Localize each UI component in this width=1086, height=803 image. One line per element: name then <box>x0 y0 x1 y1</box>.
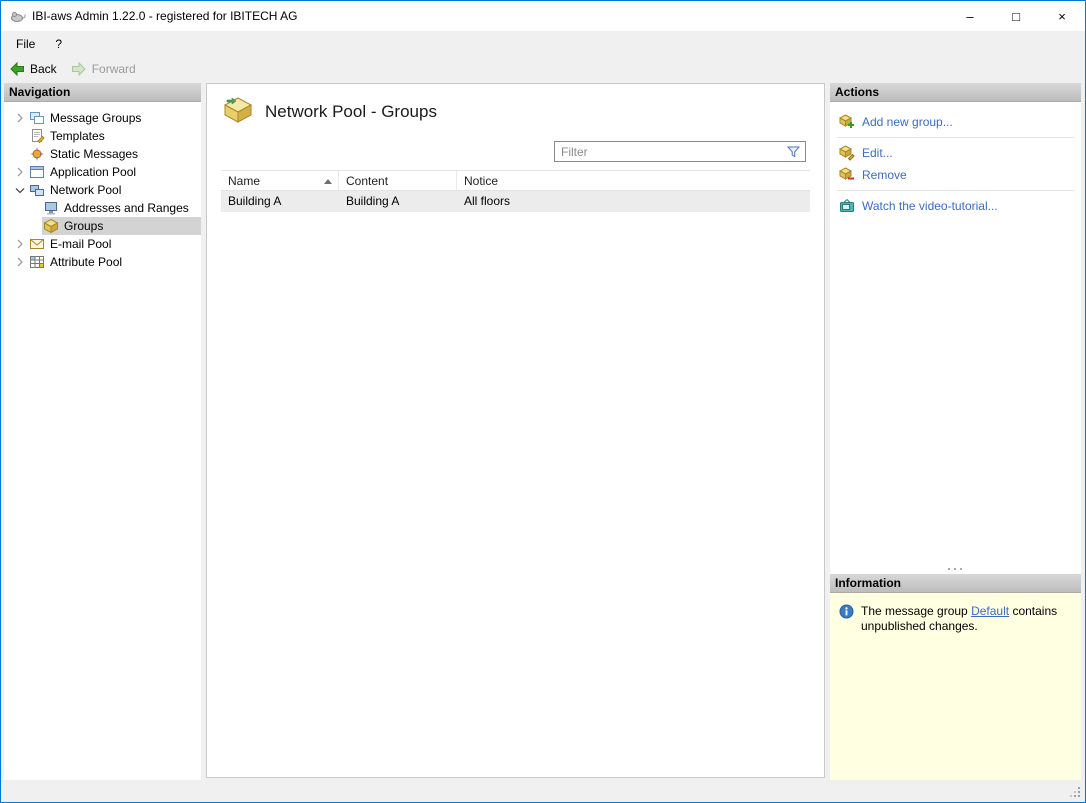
information-panel: Information The message group Default co… <box>830 574 1081 780</box>
information-header: Information <box>830 574 1081 593</box>
close-button[interactable]: × <box>1039 1 1085 31</box>
video-tutorial-icon <box>839 198 855 214</box>
app-window: IBI-aws Admin 1.22.0 - registered for IB… <box>0 0 1086 803</box>
attribute-pool-icon <box>29 254 45 270</box>
edit-group-icon <box>839 145 855 161</box>
addresses-and-ranges-icon <box>43 200 59 216</box>
forward-button[interactable]: Forward <box>71 61 136 77</box>
filter-input[interactable] <box>555 144 786 159</box>
toolbar: Back Forward <box>1 56 1085 82</box>
sidebar-item-message-groups[interactable]: Message Groups <box>4 109 201 127</box>
network-pool-icon <box>29 182 45 198</box>
add-new-group-button[interactable]: Add new group... <box>830 111 1081 133</box>
page-title: Network Pool - Groups <box>265 101 437 121</box>
title-bar: IBI-aws Admin 1.22.0 - registered for IB… <box>1 1 1085 31</box>
chevron-right-icon[interactable] <box>12 254 28 270</box>
filter-icon[interactable] <box>786 144 801 159</box>
sidebar-item-network-pool[interactable]: Network Pool <box>4 181 201 199</box>
navigation-panel: Navigation Message Groups Templates Stat… <box>4 83 201 780</box>
static-messages-icon <box>29 146 45 162</box>
video-tutorial-button[interactable]: Watch the video-tutorial... <box>830 195 1081 217</box>
main-content-panel: Network Pool - Groups Name Content Notic… <box>206 83 825 778</box>
status-bar <box>2 781 1084 801</box>
video-tutorial-label: Watch the video-tutorial... <box>862 199 998 213</box>
main-header: Network Pool - Groups <box>223 96 437 127</box>
default-link[interactable]: Default <box>971 604 1009 618</box>
back-button[interactable]: Back <box>9 61 57 77</box>
message-groups-icon <box>29 110 45 126</box>
forward-label: Forward <box>91 62 136 76</box>
chevron-right-icon[interactable] <box>12 110 28 126</box>
add-group-icon <box>839 114 855 130</box>
network-pool-groups-icon <box>223 96 253 127</box>
info-text-before: The message group <box>861 604 968 618</box>
menu-file[interactable]: File <box>6 33 45 55</box>
filter-box <box>554 141 806 162</box>
remove-label: Remove <box>862 168 907 182</box>
minimize-button[interactable]: – <box>947 1 993 31</box>
chevron-down-icon[interactable] <box>12 182 28 198</box>
menu-bar: File ? <box>1 31 1085 56</box>
add-new-group-label: Add new group... <box>862 115 953 129</box>
actions-panel: Actions Add new group... Edit... Remove … <box>830 83 1081 574</box>
actions-separator <box>837 190 1074 191</box>
edit-label: Edit... <box>862 146 893 160</box>
information-body: The message group Default contains unpub… <box>830 593 1081 780</box>
chevron-right-icon[interactable] <box>12 236 28 252</box>
window-controls: – □ × <box>947 1 1085 31</box>
templates-icon <box>29 128 45 144</box>
navigation-tree: Message Groups Templates Static Messages <box>4 102 201 271</box>
cell-name: Building A <box>228 194 282 208</box>
sort-ascending-icon <box>324 179 332 184</box>
maximize-button[interactable]: □ <box>993 1 1039 31</box>
column-header-notice[interactable]: Notice <box>457 171 810 190</box>
info-icon <box>839 604 854 622</box>
sidebar-item-groups[interactable]: Groups <box>4 217 201 235</box>
information-message: The message group Default contains unpub… <box>861 604 1069 634</box>
selected-tree-item[interactable]: Groups <box>42 217 201 235</box>
remove-group-icon <box>839 167 855 183</box>
column-header-name[interactable]: Name <box>221 171 339 190</box>
edit-button[interactable]: Edit... <box>830 142 1081 164</box>
navigation-header: Navigation <box>4 83 201 102</box>
chevron-right-icon[interactable] <box>12 164 28 180</box>
back-label: Back <box>30 62 57 76</box>
sidebar-item-email-pool[interactable]: E-mail Pool <box>4 235 201 253</box>
application-pool-icon <box>29 164 45 180</box>
remove-button[interactable]: Remove <box>830 164 1081 186</box>
sidebar-item-attribute-pool[interactable]: Attribute Pool <box>4 253 201 271</box>
actions-body: Add new group... Edit... Remove Watch th… <box>830 102 1081 574</box>
cell-notice: All floors <box>464 194 511 208</box>
actions-separator <box>837 137 1074 138</box>
groups-icon <box>43 218 59 234</box>
actions-splitter-grip[interactable] <box>947 568 964 571</box>
sidebar-item-static-messages[interactable]: Static Messages <box>4 145 201 163</box>
table-row[interactable]: Building A Building A All floors <box>221 191 810 212</box>
sidebar-item-templates[interactable]: Templates <box>4 127 201 145</box>
app-icon <box>10 8 26 24</box>
forward-arrow-icon <box>71 61 87 77</box>
email-pool-icon <box>29 236 45 252</box>
menu-help[interactable]: ? <box>45 33 72 55</box>
sidebar-item-addresses-and-ranges[interactable]: Addresses and Ranges <box>4 199 201 217</box>
table-header: Name Content Notice <box>221 170 810 191</box>
sidebar-item-application-pool[interactable]: Application Pool <box>4 163 201 181</box>
resize-grip-icon[interactable] <box>1069 786 1083 800</box>
back-arrow-icon <box>9 61 25 77</box>
window-title: IBI-aws Admin 1.22.0 - registered for IB… <box>32 9 298 23</box>
groups-table: Name Content Notice Building A Building … <box>221 170 810 212</box>
column-header-content[interactable]: Content <box>339 171 457 190</box>
actions-header: Actions <box>830 83 1081 102</box>
cell-content: Building A <box>346 194 400 208</box>
